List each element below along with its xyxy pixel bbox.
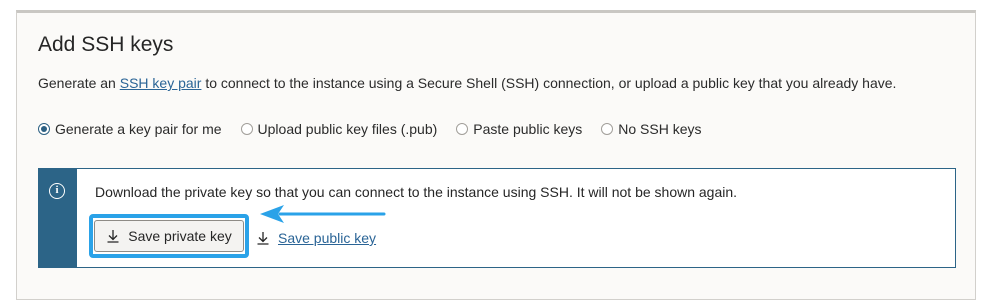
radio-no-ssh-keys[interactable]: No SSH keys: [601, 121, 702, 137]
download-icon: [257, 232, 269, 245]
description-text-before: Generate an: [38, 75, 120, 91]
radio-button-selected[interactable]: [38, 123, 50, 135]
radio-label: Generate a key pair for me: [55, 121, 222, 137]
radio-button[interactable]: [456, 123, 469, 135]
info-icon: i: [49, 183, 65, 199]
save-private-key-button[interactable]: Save private key: [94, 220, 244, 252]
save-public-key-link[interactable]: Save public key: [256, 230, 376, 246]
description-text-after: to connect to the instance using a Secur…: [201, 75, 897, 91]
radio-button[interactable]: [240, 123, 253, 135]
save-public-key-label: Save public key: [278, 230, 377, 246]
radio-generate-key-pair[interactable]: Generate a key pair for me: [38, 121, 222, 137]
save-private-key-label: Save private key: [128, 228, 232, 244]
radio-paste-public-keys[interactable]: Paste public keys: [456, 121, 582, 137]
radio-label: No SSH keys: [618, 121, 702, 137]
radio-label: Paste public keys: [473, 121, 583, 137]
notice-accent-bar: i: [39, 169, 77, 267]
ssh-key-pair-link[interactable]: SSH key pair: [120, 75, 202, 91]
download-notice: i Download the private key so that you c…: [38, 168, 956, 268]
section-description: Generate an SSH key pair to connect to t…: [38, 75, 896, 91]
radio-upload-public-key-files[interactable]: Upload public key files (.pub): [240, 121, 438, 137]
callout-arrow-icon: [260, 205, 386, 223]
notice-message: Download the private key so that you can…: [95, 184, 738, 200]
radio-label: Upload public key files (.pub): [257, 121, 438, 137]
add-ssh-keys-panel: Add SSH keys Generate an SSH key pair to…: [16, 10, 976, 300]
radio-button[interactable]: [601, 123, 614, 135]
ssh-key-options: Generate a key pair for me Upload public…: [38, 121, 721, 137]
section-title: Add SSH keys: [38, 33, 174, 56]
download-icon: [107, 230, 119, 243]
